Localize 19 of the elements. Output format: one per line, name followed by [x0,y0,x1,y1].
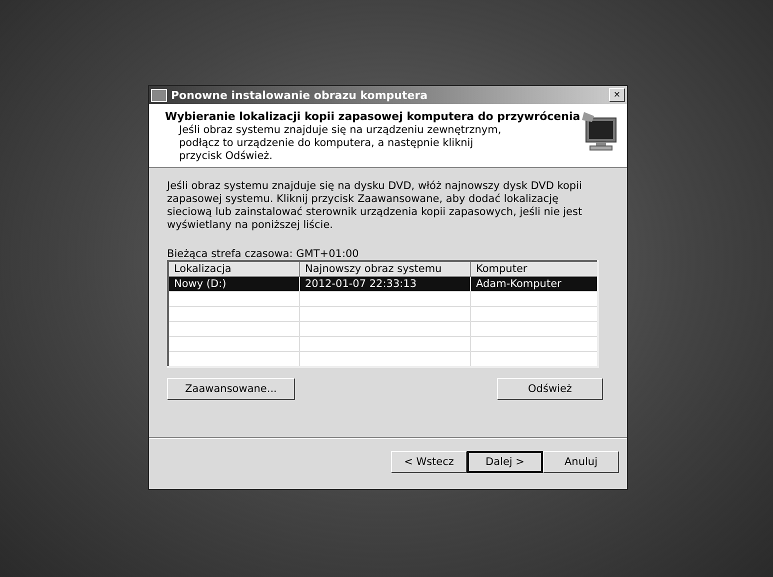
window-title: Ponowne instalowanie obrazu komputera [171,88,429,102]
column-header[interactable]: Najnowszy obraz systemu [300,261,470,276]
dialog-button[interactable]: < Wstecz [391,451,467,473]
dialog-button[interactable]: Anuluj [543,451,619,473]
advanced-button[interactable]: Zaawansowane... [167,378,295,400]
list-cell: 2012-01-07 22:33:13 [300,276,470,292]
column-header[interactable]: Lokalizacja [168,261,300,276]
refresh-button[interactable]: Odśwież [497,378,603,400]
list-cell: Adam-Komputer [470,276,598,292]
instructions-text: Jeśli obraz systemu znajduje się na dysku DVD, włóż najnowszy dysk DVD kopii zapasowej systemu. Kliknij przycisk Zaawansowane, aby dodać lokalizację sieciową lub zainstalować sterownik urządzenia kopii zapasowych, jeśli nie jest wyświetlany na poniższej liście. [167,180,584,232]
header-subtitle: Jeśli obraz systemu znajduje się na urządzeniu zewnętrznym, podłącz to urządzenie do komputera, a następnie kliknij przycisk Odśwież. [178,124,502,163]
dialog-button[interactable]: Dalej > [467,451,543,473]
timezone-label: Bieżąca strefa czasowa: GMT+01:00 [167,248,360,260]
backup-list[interactable]: Lokalizacja Najnowszy obraz systemu Komputer Nowy (D:) 2012-01-07 22:33:13 Adam-Komputer [167,260,599,368]
close-button[interactable]: × [609,88,625,102]
list-row[interactable]: Nowy (D:) 2012-01-07 22:33:13 Adam-Komputer [168,276,598,292]
list-cell: Nowy (D:) [168,276,300,292]
header-title: Wybieranie lokalizacji kopii zapasowej komputera do przywrócenia [165,110,580,123]
column-header[interactable]: Komputer [470,261,598,276]
